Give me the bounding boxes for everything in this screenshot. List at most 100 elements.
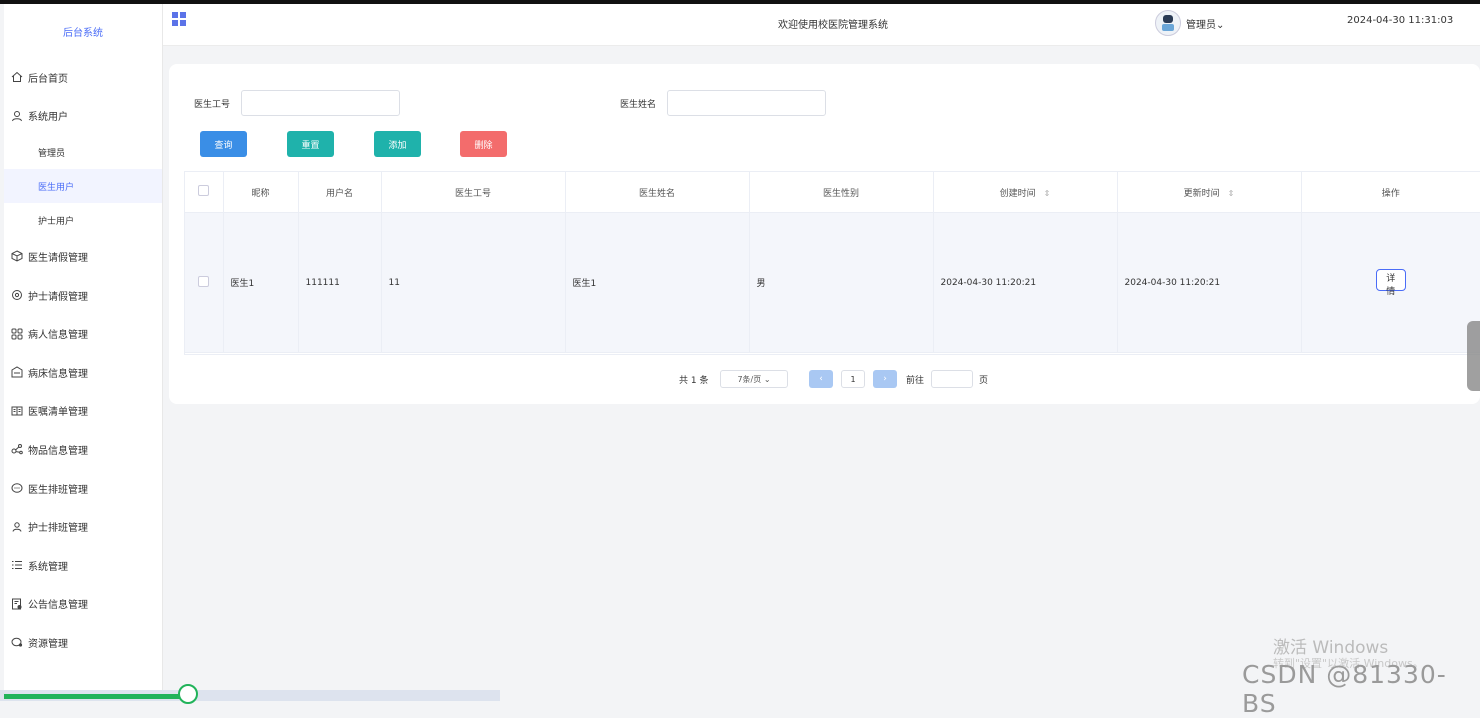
sidebar-item-label: 医生请假管理	[28, 252, 88, 264]
top-header: 欢迎使用校医院管理系统 管理员⌄ 2024-04-30 11:31:03	[163, 4, 1480, 46]
sidebar-item-home[interactable]: 后台首页	[4, 58, 162, 97]
doctor-name-input[interactable]	[667, 90, 826, 116]
share-icon	[10, 442, 24, 456]
sort-icon[interactable]: ⇕	[1228, 189, 1235, 198]
sidebar-subitem-admin[interactable]: 管理员	[4, 135, 162, 169]
pagination: 共 1 条 7条/页 ⌄ ‹ 1 › 前往 页	[169, 370, 1480, 390]
column-header: 医生工号	[381, 172, 566, 213]
column-header-created[interactable]: 创建时间 ⇕	[933, 172, 1118, 213]
avatar[interactable]	[1155, 10, 1181, 36]
row-checkbox-cell[interactable]	[185, 212, 224, 353]
home-icon	[10, 70, 24, 84]
main-card: 医生工号 医生姓名 查询 重置 添加 删除 昵称 用户名 医生工号 医生姓名 医…	[169, 64, 1480, 404]
sidebar-item-notice[interactable]: 公告信息管理	[4, 585, 162, 624]
doctor-table: 昵称 用户名 医生工号 医生姓名 医生性别 创建时间 ⇕ 更新时间 ⇕ 操作 医生1…	[184, 171, 1480, 355]
cell-gender: 男	[749, 212, 934, 353]
delete-button[interactable]: 删除	[460, 131, 507, 157]
sidebar-item-label: 公告信息管理	[28, 600, 88, 612]
grid-icon	[10, 327, 24, 341]
user-icon	[10, 109, 24, 123]
user-name: 管理员	[1186, 20, 1216, 31]
detail-button[interactable]: 详情	[1375, 268, 1406, 297]
cell-actions: 详情	[1301, 212, 1480, 353]
total-count: 共 1 条	[679, 376, 709, 386]
sidebar-item-system-users[interactable]: 系统用户	[4, 97, 162, 136]
column-header-label: 创建时间	[999, 188, 1036, 199]
column-header: 医生性别	[749, 172, 934, 213]
chat-icon	[10, 481, 24, 495]
sidebar-item-resource[interactable]: 资源管理	[4, 623, 162, 662]
users-icon	[10, 520, 24, 534]
select-all-checkbox[interactable]	[198, 185, 210, 196]
user-menu[interactable]: 管理员⌄	[1186, 16, 1224, 31]
sidebar: 后台系统 后台首页 系统用户 管理员 医生用户 护士用户 医生请假管理 护士请假…	[4, 4, 163, 692]
page-title: 欢迎使用校医院管理系统	[778, 20, 888, 31]
sidebar-item-doctor-leave[interactable]: 医生请假管理	[4, 237, 162, 276]
sidebar-item-system-manage[interactable]: 系统管理	[4, 546, 162, 585]
sidebar-item-orders[interactable]: 医嘱清单管理	[4, 392, 162, 431]
cell-updated: 2024-04-30 11:20:21	[1117, 212, 1302, 353]
doctor-id-input[interactable]	[241, 90, 400, 116]
column-header: 用户名	[298, 172, 382, 213]
resource-icon	[10, 635, 24, 649]
sidebar-subitem-label: 护士用户	[38, 216, 75, 227]
column-header: 操作	[1301, 172, 1480, 213]
sidebar-item-doctor-schedule[interactable]: 医生排班管理	[4, 469, 162, 508]
notice-icon	[10, 597, 24, 611]
sidebar-item-goods[interactable]: 物品信息管理	[4, 430, 162, 469]
column-header: 昵称	[223, 172, 299, 213]
sidebar-item-label: 系统管理	[28, 561, 68, 573]
row-checkbox[interactable]	[198, 275, 210, 287]
chevron-down-icon: ⌄	[1216, 20, 1225, 31]
chevron-down-icon: ⌄	[763, 374, 771, 384]
page-number[interactable]: 1	[841, 370, 865, 388]
table-row: 医生1 111111 11 医生1 男 2024-04-30 11:20:21 …	[185, 212, 1480, 353]
sidebar-subitem-label: 医生用户	[38, 182, 75, 193]
sidebar-subitem-nurse-users[interactable]: 护士用户	[4, 203, 162, 237]
brand-title: 后台系统	[63, 27, 103, 39]
sidebar-item-label: 物品信息管理	[28, 445, 88, 457]
page-unit-label: 页	[979, 376, 989, 386]
goto-page-input[interactable]	[931, 370, 973, 388]
sidebar-item-label: 护士请假管理	[28, 291, 88, 303]
column-header-updated[interactable]: 更新时间 ⇕	[1117, 172, 1302, 213]
reset-button[interactable]: 重置	[287, 131, 334, 157]
current-time: 2024-04-30 11:31:03	[1347, 15, 1454, 26]
sidebar-item-label: 病人信息管理	[28, 330, 88, 342]
next-page-button[interactable]: ›	[873, 370, 897, 388]
prev-page-button[interactable]: ‹	[809, 370, 833, 388]
cell-doctor-name: 医生1	[565, 212, 750, 353]
sidebar-item-label: 资源管理	[28, 638, 68, 650]
cell-doctor-id: 11	[381, 212, 566, 353]
doctor-id-label: 医生工号	[194, 100, 231, 110]
sidebar-subitem-doctor-users[interactable]: 医生用户	[4, 169, 162, 204]
load-progress-bar	[4, 694, 180, 699]
progress-knob	[178, 684, 198, 704]
sidebar-item-label: 后台首页	[28, 73, 68, 85]
sidebar-item-nurse-leave[interactable]: 护士请假管理	[4, 276, 162, 315]
sidebar-item-nurse-schedule[interactable]: 护士排班管理	[4, 507, 162, 546]
sidebar-item-label: 系统用户	[28, 112, 68, 124]
select-all-checkbox-cell[interactable]	[185, 172, 224, 213]
scrollbar-handle[interactable]	[1467, 321, 1480, 391]
sidebar-item-label: 病床信息管理	[28, 368, 88, 380]
add-button[interactable]: 添加	[374, 131, 421, 157]
page-size-select[interactable]: 7条/页 ⌄	[720, 370, 788, 388]
sidebar-item-label: 医嘱清单管理	[28, 407, 88, 419]
csdn-watermark: CSDN @81330-BS	[1242, 660, 1447, 718]
sidebar-item-bed-info[interactable]: 病床信息管理	[4, 353, 162, 392]
cell-username: 111111	[298, 212, 382, 353]
column-header: 医生姓名	[565, 172, 750, 213]
cube-icon	[10, 249, 24, 263]
bed-icon	[10, 365, 24, 379]
sort-icon[interactable]: ⇕	[1044, 189, 1051, 198]
sidebar-subitem-label: 管理员	[38, 148, 66, 159]
sidebar-item-patient-info[interactable]: 病人信息管理	[4, 314, 162, 353]
cell-created: 2024-04-30 11:20:21	[933, 212, 1118, 353]
column-header-label: 更新时间	[1183, 188, 1220, 199]
goto-label: 前往	[906, 376, 925, 386]
query-button[interactable]: 查询	[200, 131, 247, 157]
sidebar-item-label: 医生排班管理	[28, 484, 88, 496]
sidebar-item-label: 护士排班管理	[28, 523, 88, 535]
book-icon	[10, 404, 24, 418]
